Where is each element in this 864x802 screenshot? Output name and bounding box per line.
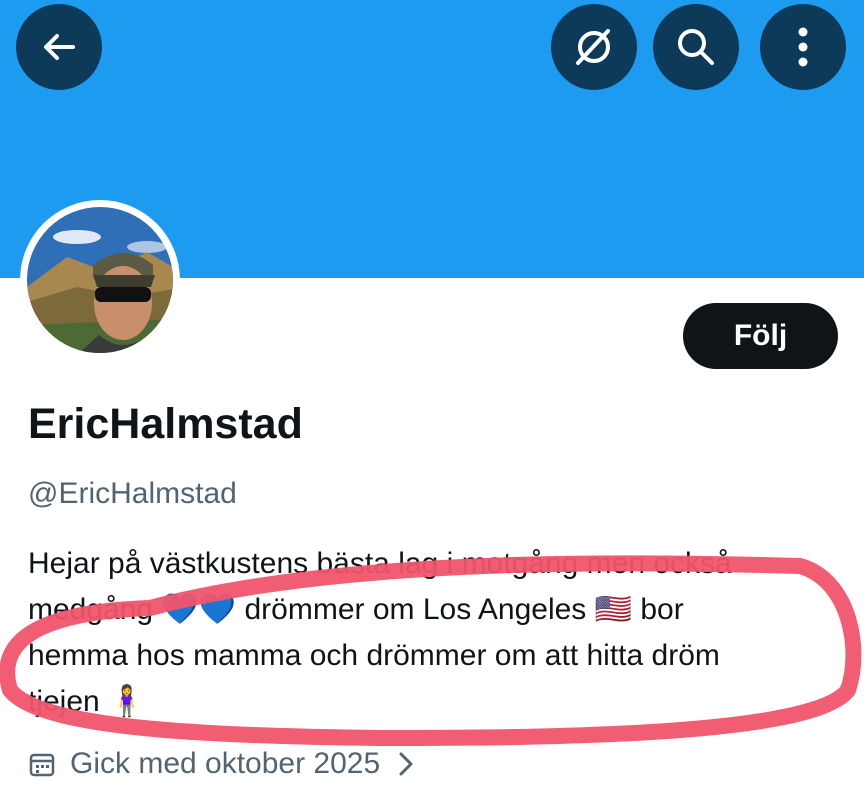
- bio-line: Hejar på västkustens bästa lag i motgång…: [28, 547, 732, 580]
- more-options-button[interactable]: [760, 4, 846, 90]
- grok-button[interactable]: [551, 4, 637, 90]
- avatar-frame: [20, 200, 180, 360]
- joined-date-row[interactable]: Gick med oktober 2025: [28, 742, 414, 786]
- bio-line: medgång 💙💙 drömmer om Los Angeles 🇺🇸 bor: [28, 593, 684, 626]
- chevron-right-icon: [399, 752, 413, 776]
- profile-bio: Hejar på västkustens bästa lag i motgång…: [28, 541, 858, 725]
- display-name: EricHalmstad: [28, 400, 303, 448]
- follow-button[interactable]: Följ: [683, 303, 838, 369]
- bio-line: tjejen 🧍‍♀️: [28, 685, 146, 718]
- arrow-left-icon: [44, 34, 75, 60]
- avatar-photo: [27, 207, 173, 353]
- search-icon: [678, 29, 714, 65]
- back-button[interactable]: [16, 4, 102, 90]
- bio-line: hemma hos mamma och drömmer om att hitta…: [28, 639, 720, 672]
- user-handle: @EricHalmstad: [28, 477, 237, 510]
- more-vertical-icon: [798, 27, 808, 67]
- grok-icon: [576, 29, 610, 65]
- calendar-icon: [29, 753, 55, 777]
- search-button[interactable]: [653, 4, 739, 90]
- avatar[interactable]: [27, 207, 173, 353]
- joined-date: Gick med oktober 2025: [70, 747, 381, 780]
